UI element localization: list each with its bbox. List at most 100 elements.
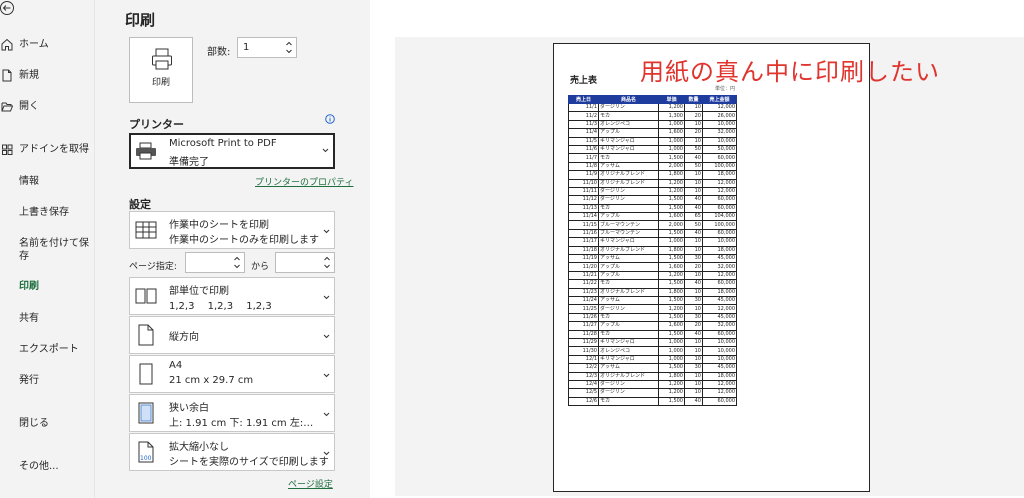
table-cell: 10,000: [702, 354, 737, 365]
printer-properties-link[interactable]: プリンターのプロパティ: [255, 175, 353, 188]
table-cell: 10: [684, 287, 703, 298]
print-scope-select[interactable]: 作業中のシートを印刷 作業中のシートのみを印刷します: [129, 211, 335, 249]
table-cell: 1,600: [658, 128, 685, 138]
margins-title: 狭い余白: [169, 403, 209, 414]
table-cell: オレンジペコ: [598, 346, 659, 356]
table-cell: 1,000: [658, 346, 685, 356]
printer-select[interactable]: Microsoft Print to PDF 準備完了: [129, 133, 335, 169]
printer-name: Microsoft Print to PDF: [169, 138, 277, 149]
table-cell: 10: [684, 186, 703, 197]
table-cell: 30: [684, 363, 703, 373]
table-cell: 10: [684, 119, 703, 130]
table-cell: 1,500: [658, 279, 685, 289]
table-cell: 12/2: [568, 363, 599, 373]
margins-select[interactable]: 狭い余白 上: 1.91 cm 下: 1.91 cm 左:…: [129, 394, 335, 432]
table-cell: 11/2: [568, 111, 599, 121]
printer-status: 準備完了: [169, 157, 209, 168]
table-cell: 32,000: [702, 321, 737, 331]
table-cell: 18,000: [702, 170, 737, 180]
chevron-down-icon: [322, 148, 329, 153]
table-cell: 1,200: [658, 270, 685, 281]
spin-arrows-icon[interactable]: [285, 40, 293, 55]
table-cell: アップル: [598, 270, 659, 281]
table-cell: 40: [684, 153, 703, 163]
scaling-icon-text: 100: [140, 455, 152, 462]
table-cell: オレンジペコ: [598, 119, 659, 130]
table-cell: 11/10: [568, 178, 599, 188]
table-cell: 20: [684, 111, 703, 121]
table-row: 11/21 アップル 1,200 10 12,000: [568, 270, 737, 281]
table-cell: 60,000: [702, 203, 737, 214]
table-cell: 45,000: [702, 312, 737, 323]
nav-save-as-label: 名前を付けて保存: [19, 238, 89, 262]
orientation-title: 縦方向: [169, 332, 199, 343]
table-cell: 11/30: [568, 346, 599, 356]
table-cell: 1,500: [658, 396, 685, 407]
table-cell: 11/20: [568, 262, 599, 272]
table-cell: 60,000: [702, 329, 737, 339]
spin-arrows-icon[interactable]: [233, 255, 241, 270]
collate-title: 部単位で印刷: [169, 286, 229, 297]
table-cell: 12,000: [702, 102, 737, 113]
nav-close-label: 閉じる: [19, 418, 49, 429]
table-cell: 60,000: [702, 396, 737, 407]
nav-save-label: 上書き保存: [19, 207, 69, 218]
table-cell: 11/21: [568, 270, 599, 281]
table-cell: 1,600: [658, 262, 685, 272]
paper-size-title: A4: [169, 360, 183, 371]
table-row: 12/4 ダージリン 1,200 10 12,000: [568, 379, 737, 390]
table-cell: 1,800: [658, 245, 685, 256]
table-cell: 1,500: [658, 363, 685, 373]
portrait-page-icon: [138, 324, 154, 346]
table-cell: 50: [684, 220, 703, 230]
nav-publish-label: 発行: [19, 375, 39, 386]
table-cell: 1,000: [658, 337, 685, 348]
home-icon: [1, 38, 13, 51]
table-cell: 40: [684, 396, 703, 407]
print-button[interactable]: 印刷: [129, 37, 193, 103]
table-row: 11/14 アップル 1,600 65 104,000: [568, 212, 737, 222]
table-cell: 32,000: [702, 262, 737, 272]
spin-arrows-icon[interactable]: [323, 255, 331, 270]
scaling-select[interactable]: 100 拡大縮小なし シートを実際のサイズで印刷します: [129, 433, 335, 471]
page-range-label: ページ指定:: [129, 262, 177, 272]
nav-more-label: その他...: [19, 461, 59, 472]
page-from-input[interactable]: [185, 252, 245, 273]
scaling-title: 拡大縮小なし: [169, 442, 229, 453]
table-row: 12/5 ダージリン 1,200 10 12,000: [568, 388, 737, 398]
chevron-down-icon: [323, 229, 330, 234]
page-to-input[interactable]: [275, 252, 335, 273]
table-cell: 10,000: [702, 136, 737, 146]
table-cell: 65: [684, 212, 703, 222]
table-cell: 11/6: [568, 144, 599, 155]
table-cell: 11/26: [568, 312, 599, 323]
table-cell: 1,200: [658, 102, 685, 113]
table-cell: 1,500: [658, 312, 685, 323]
table-cell: 1,500: [658, 254, 685, 264]
table-header-cell: 売上日: [568, 95, 599, 104]
print-settings-panel: 印刷 印刷 部数: 1 プリンター Microsoft Print to PDF…: [95, 0, 370, 498]
table-cell: アップル: [598, 212, 659, 222]
table-cell: 11/19: [568, 254, 599, 264]
table-cell: 11/1: [568, 102, 599, 113]
back-arrow-icon[interactable]: [0, 0, 20, 20]
printer-device-icon: [136, 142, 156, 160]
paper-size-select[interactable]: A4 21 cm x 29.7 cm: [129, 355, 335, 393]
page-setup-link[interactable]: ページ設定: [288, 477, 333, 490]
table-cell: 12/6: [568, 396, 599, 407]
orientation-select[interactable]: 縦方向: [129, 316, 335, 354]
table-cell: 1,200: [658, 379, 685, 390]
table-cell: モカ: [598, 279, 659, 289]
table-cell: 2,000: [658, 161, 685, 172]
table-row: 11/4 アップル 1,600 20 32,000: [568, 128, 737, 138]
table-cell: 11/29: [568, 337, 599, 348]
collate-select[interactable]: 部単位で印刷 1,2,3 1,2,3 1,2,3: [129, 277, 335, 315]
table-cell: オリジナルブレンド: [598, 287, 659, 298]
chevron-down-icon: [323, 295, 330, 300]
info-icon[interactable]: [325, 114, 335, 124]
table-cell: 45,000: [702, 363, 737, 373]
copies-input[interactable]: 1: [237, 37, 297, 58]
table-cell: キリマンジャロ: [598, 136, 659, 146]
table-header-cell: 売上金額: [702, 95, 737, 104]
table-cell: 1,600: [658, 212, 685, 222]
